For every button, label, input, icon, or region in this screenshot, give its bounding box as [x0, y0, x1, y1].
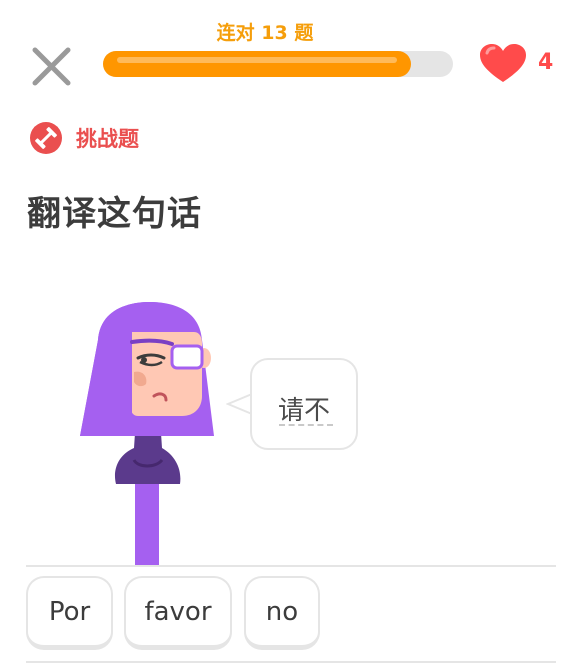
streak-label: 连对 13 题 — [216, 22, 314, 44]
word-chip-favor[interactable]: favor — [124, 576, 232, 650]
answer-area-divider — [26, 565, 556, 567]
close-button[interactable] — [30, 44, 74, 88]
challenge-label: 挑战题 — [76, 127, 139, 151]
word-chip-por[interactable]: Por — [26, 576, 113, 650]
page-title: 翻译这句话 — [27, 194, 202, 234]
speech-bubble: 请不 — [250, 358, 358, 450]
prompt-sentence[interactable]: 请不 — [252, 390, 356, 427]
lesson-screen: 连对 13 题 4 挑战题 翻译这句话 请不 Por favor no — [0, 0, 581, 665]
progress-highlight — [117, 57, 397, 63]
dumbbell-icon — [30, 122, 62, 154]
hint-underline — [279, 424, 333, 426]
word-bank-divider — [26, 661, 556, 663]
hearts-counter[interactable]: 4 — [478, 42, 568, 86]
close-icon — [32, 47, 71, 86]
challenge-badge: 挑战题 — [30, 122, 139, 154]
progress-fill — [103, 51, 411, 77]
word-chip-no[interactable]: no — [244, 576, 320, 650]
progress-bar — [103, 51, 453, 77]
character-illustration — [76, 300, 226, 570]
hearts-count: 4 — [538, 50, 554, 75]
heart-icon — [480, 44, 526, 82]
